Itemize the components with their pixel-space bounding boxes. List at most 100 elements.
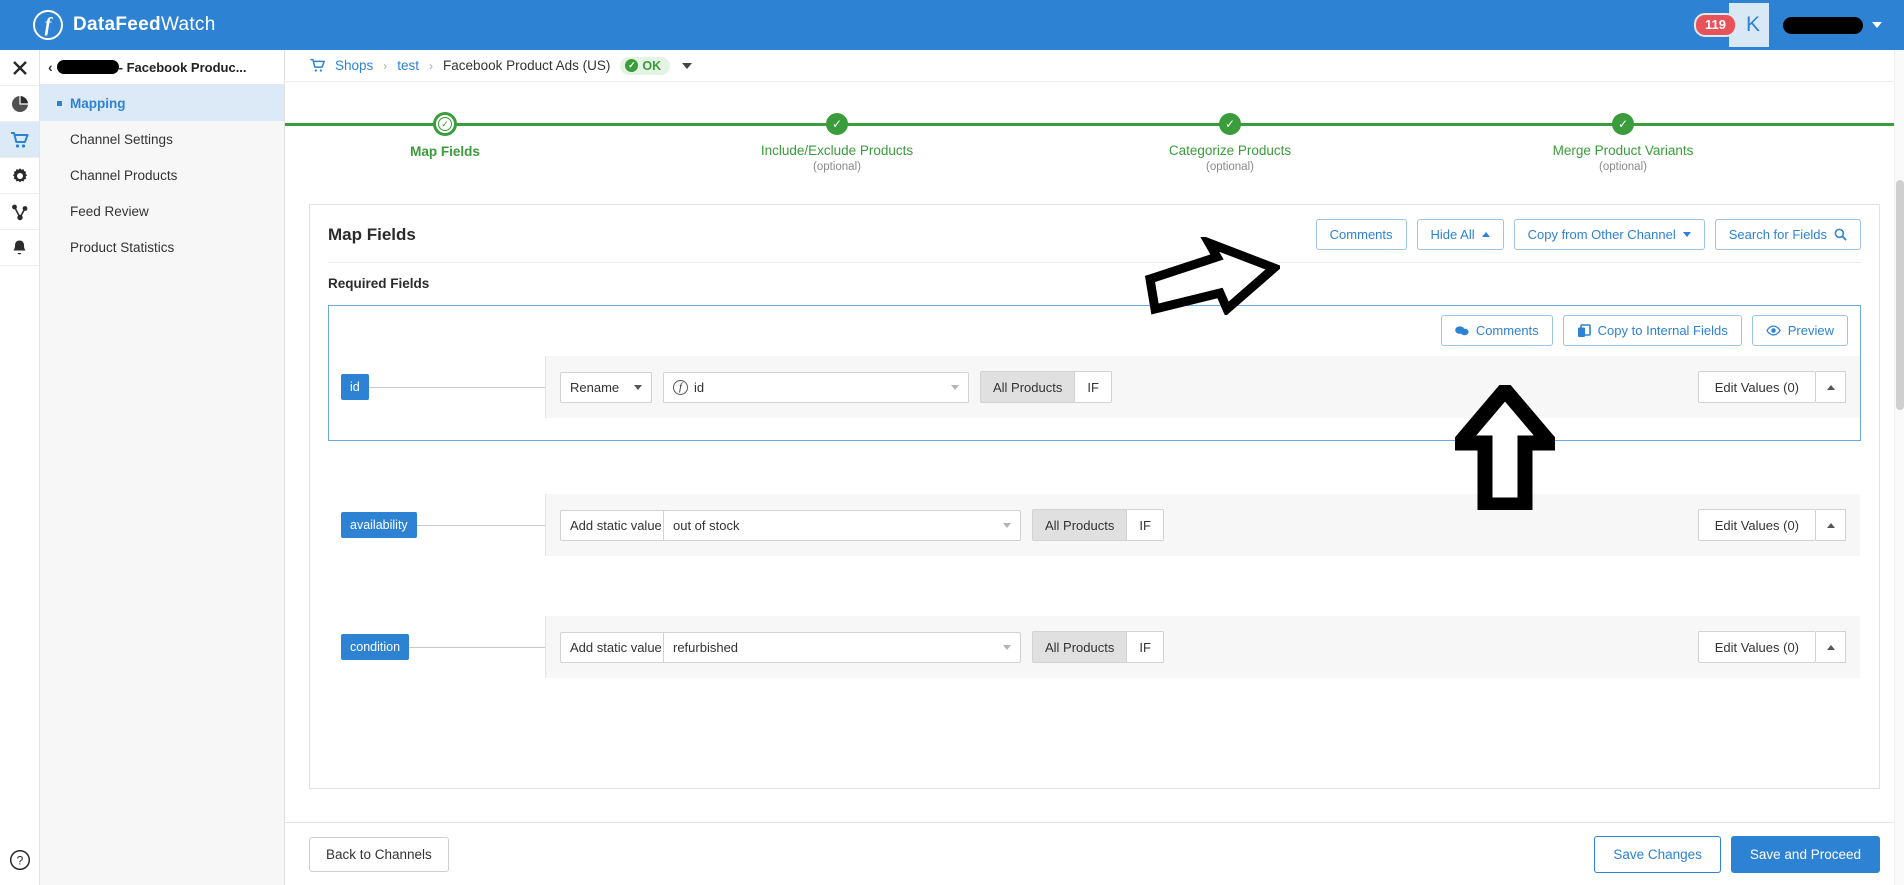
step-include-exclude-products[interactable]: ✓ Include/Exclude Products (optional) xyxy=(717,96,957,173)
field-block-condition[interactable]: condition Add static value refurbished A… xyxy=(328,605,1861,679)
sidebar-item-mapping[interactable]: Mapping xyxy=(40,85,284,121)
connector-line xyxy=(416,524,545,526)
row-collapse-toggle[interactable] xyxy=(1816,371,1846,403)
connector-line xyxy=(409,646,545,648)
svg-text:?: ? xyxy=(17,854,24,868)
sidebar-header[interactable]: ‹ - Facebook Produc... xyxy=(40,50,284,85)
row-comments-label: Comments xyxy=(1475,323,1539,338)
copy-icon xyxy=(1577,323,1591,338)
back-chevron-icon[interactable]: ‹ xyxy=(48,59,53,75)
icon-rail: ? xyxy=(0,50,40,885)
step-label: Merge Product Variants xyxy=(1552,143,1694,158)
page-title: Map Fields xyxy=(328,224,416,244)
step-check-icon: ✓ xyxy=(1219,113,1241,135)
action-select-value: Add static value xyxy=(570,639,662,655)
vertical-scrollbar[interactable] xyxy=(1894,50,1904,885)
edit-values-button[interactable]: Edit Values (0) xyxy=(1697,371,1816,403)
scope-if[interactable]: IF xyxy=(1126,510,1163,540)
step-merge-product-variants[interactable]: ✓ Merge Product Variants (optional) xyxy=(1503,96,1743,173)
hide-all-button-label: Hide All xyxy=(1430,227,1475,242)
step-check-icon: ✓ xyxy=(826,113,848,135)
mapping-row-body: Add static value out of stock All Produc… xyxy=(545,494,1860,556)
value-select[interactable]: refurbished xyxy=(663,631,1021,663)
chevron-down-icon xyxy=(634,384,642,390)
comments-button[interactable]: Comments xyxy=(1315,219,1407,250)
mapping-row-body: Add static value refurbished All Product… xyxy=(545,616,1860,678)
step-check-icon: ✓ xyxy=(1612,113,1634,135)
field-block-id[interactable]: Comments Copy to Internal Fields Preview xyxy=(328,305,1861,441)
scrollbar-thumb[interactable] xyxy=(1896,180,1904,410)
breadcrumb-separator: › xyxy=(383,58,388,73)
datafeedwatch-logo-icon: f xyxy=(33,10,63,40)
sidebar-item-channel-products[interactable]: Channel Products xyxy=(40,157,284,193)
action-select[interactable]: Rename xyxy=(560,371,652,403)
chevron-down-icon[interactable] xyxy=(1872,22,1882,28)
preview-button[interactable]: Preview xyxy=(1751,315,1848,346)
chevron-down-icon xyxy=(1003,644,1011,650)
scope-all-products[interactable]: All Products xyxy=(1033,510,1127,540)
mapping-row: id Rename f id All Products IF Edit Valu… xyxy=(329,356,1860,418)
username-redacted[interactable] xyxy=(1783,16,1863,34)
dashboard-icon[interactable] xyxy=(0,86,39,122)
main-content: Shops › test › Facebook Product Ads (US)… xyxy=(285,50,1904,885)
progress-steps: ✓ Map Fields ✓ Include/Exclude Products … xyxy=(285,96,1904,196)
cart-icon[interactable] xyxy=(0,122,39,158)
share-icon[interactable] xyxy=(0,194,39,230)
scope-toggle[interactable]: All Products IF xyxy=(1032,631,1164,663)
copy-to-internal-fields-label: Copy to Internal Fields xyxy=(1597,323,1728,338)
hide-all-button[interactable]: Hide All xyxy=(1416,219,1504,250)
bell-icon[interactable] xyxy=(0,230,39,266)
scope-all-products[interactable]: All Products xyxy=(981,372,1075,402)
back-to-channels-button[interactable]: Back to Channels xyxy=(309,836,449,872)
row-collapse-toggle[interactable] xyxy=(1816,631,1846,663)
breadcrumb-item-shops[interactable]: Shops xyxy=(335,58,373,73)
connector-line xyxy=(368,386,545,388)
help-icon[interactable]: ? xyxy=(0,849,40,871)
chevron-down-icon[interactable] xyxy=(682,62,693,69)
field-tag[interactable]: id xyxy=(341,374,369,400)
close-icon[interactable] xyxy=(0,50,39,86)
value-select-value: out of stock xyxy=(673,517,740,533)
action-select-value: Add static value xyxy=(570,517,662,533)
field-block-availability[interactable]: availability Add static value out of sto… xyxy=(328,483,1861,557)
step-sublabel: (optional) xyxy=(1599,161,1647,173)
save-changes-button[interactable]: Save Changes xyxy=(1594,835,1721,873)
scope-if[interactable]: IF xyxy=(1126,632,1163,662)
header-right-group: 119 K xyxy=(1686,3,1882,47)
required-fields-label: Required Fields xyxy=(328,276,430,291)
field-tag[interactable]: availability xyxy=(341,512,417,538)
copy-from-other-channel-button[interactable]: Copy from Other Channel xyxy=(1513,219,1705,250)
field-tag[interactable]: condition xyxy=(341,634,410,660)
sidebar-item-feed-review[interactable]: Feed Review xyxy=(40,193,284,229)
value-select[interactable]: out of stock xyxy=(663,509,1021,541)
sidebar-item-product-statistics[interactable]: Product Statistics xyxy=(40,229,284,265)
search-for-fields-button[interactable]: Search for Fields xyxy=(1714,219,1861,250)
edit-values-button[interactable]: Edit Values (0) xyxy=(1697,631,1816,663)
step-categorize-products[interactable]: ✓ Categorize Products (optional) xyxy=(1110,96,1350,173)
copy-to-internal-fields-button[interactable]: Copy to Internal Fields xyxy=(1562,315,1742,346)
scope-all-products[interactable]: All Products xyxy=(1033,632,1127,662)
action-select-value: Rename xyxy=(570,379,620,395)
search-icon xyxy=(1834,228,1847,241)
row-comments-button[interactable]: Comments xyxy=(1440,315,1553,346)
scope-toggle[interactable]: All Products IF xyxy=(980,371,1112,403)
notification-badge[interactable]: 119 xyxy=(1694,13,1737,37)
breadcrumb-item-test[interactable]: test xyxy=(397,58,419,73)
mapping-row: availability Add static value out of sto… xyxy=(329,494,1860,556)
step-map-fields[interactable]: ✓ Map Fields xyxy=(325,96,565,162)
gear-icon[interactable] xyxy=(0,158,39,194)
save-and-proceed-button[interactable]: Save and Proceed xyxy=(1730,835,1880,873)
comments-button-label: Comments xyxy=(1329,227,1393,242)
function-icon: f xyxy=(673,379,688,395)
value-select[interactable]: f id xyxy=(663,371,969,403)
edit-values-button[interactable]: Edit Values (0) xyxy=(1697,509,1816,541)
row-collapse-toggle[interactable] xyxy=(1816,509,1846,541)
notifications-group[interactable]: 119 K xyxy=(1686,3,1769,47)
scope-if[interactable]: IF xyxy=(1074,372,1111,402)
map-fields-toolbar: Comments Hide All Copy from Other Channe… xyxy=(1315,219,1861,250)
scope-toggle[interactable]: All Products IF xyxy=(1032,509,1164,541)
sidebar-item-channel-settings[interactable]: Channel Settings xyxy=(40,121,284,157)
breadcrumb: Shops › test › Facebook Product Ads (US)… xyxy=(285,50,1904,82)
field-tag-cell: id xyxy=(329,374,545,400)
footer-right-actions: Save Changes Save and Proceed xyxy=(1594,835,1880,873)
